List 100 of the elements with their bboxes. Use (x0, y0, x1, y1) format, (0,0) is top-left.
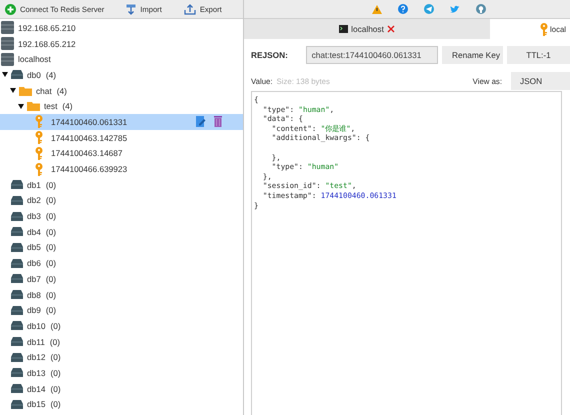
tree-item[interactable]: chat (4) (0, 82, 243, 98)
item-label: db8 (27, 290, 41, 300)
tree-item[interactable]: db12 (0) (0, 349, 243, 366)
key-action-button[interactable]: Rename Key (442, 46, 503, 64)
database-icon (11, 352, 23, 362)
database-icon (11, 212, 23, 221)
item-count: (0) (46, 242, 56, 252)
tree-item[interactable]: db0 (4) (0, 67, 243, 83)
view-as-select[interactable]: JSON (511, 72, 570, 90)
item-label: db7 (27, 274, 41, 284)
item-count: (0) (50, 384, 61, 394)
key-action-button[interactable]: TTL:-1 (507, 46, 570, 64)
tree-item[interactable]: db5 (0) (0, 240, 243, 256)
tree-item[interactable]: 1744100460.061331 (0, 114, 243, 130)
terminal-icon (339, 25, 348, 33)
item-label: db15 (27, 399, 46, 410)
database-icon (11, 258, 23, 268)
database-icon (11, 321, 23, 330)
database-icon (11, 242, 23, 252)
tree-item[interactable]: 1744100463.142785 (0, 130, 243, 146)
key-icon (540, 22, 548, 36)
key-icon (35, 146, 43, 160)
database-icon (11, 337, 23, 346)
item-label: 1744100463.142785 (51, 132, 128, 143)
bird-icon[interactable] (450, 4, 460, 14)
item-count: (0) (50, 368, 61, 378)
item-count: (0) (46, 274, 56, 284)
tree-item[interactable]: 192.168.65.212 (0, 36, 243, 52)
trash-icon[interactable] (214, 116, 222, 128)
key-icon (35, 131, 43, 144)
warning-icon[interactable] (372, 4, 382, 14)
item-label: db14 (27, 384, 46, 394)
key-icon (35, 162, 43, 176)
tree-item[interactable]: db9 (0) (0, 302, 243, 318)
server-icon (1, 37, 14, 50)
tree-item[interactable]: localhost (0, 51, 243, 68)
item-count: (0) (50, 399, 61, 410)
tab[interactable]: localhost (244, 19, 490, 39)
tree-item[interactable]: db11 (0) (0, 334, 243, 350)
item-label: db6 (27, 258, 41, 268)
tree-item[interactable]: db6 (0) (0, 255, 243, 271)
database-icon (11, 180, 23, 190)
item-count: (0) (50, 352, 61, 362)
tree-item[interactable]: db4 (0) (0, 224, 243, 240)
item-count: (4) (62, 101, 73, 112)
help-icon[interactable] (398, 4, 408, 14)
tree-item[interactable]: test (4) (0, 98, 243, 114)
paper-plane-icon[interactable] (424, 4, 434, 14)
tree-item[interactable]: db3 (0) (0, 208, 243, 224)
item-count: (0) (46, 258, 56, 268)
item-label: db12 (27, 352, 46, 362)
tree-item[interactable]: db1 (0) (0, 176, 243, 193)
item-label: 1744100460.061331 (51, 116, 128, 127)
item-count: (0) (46, 305, 56, 316)
tree-item[interactable]: 1744100463.14687 (0, 146, 243, 162)
tree-item[interactable]: 192.168.65.210 (0, 20, 243, 36)
item-label: db11 (27, 336, 45, 347)
database-icon (11, 227, 23, 236)
database-icon (11, 290, 23, 300)
item-count: (4) (56, 86, 67, 96)
item-label: localhost (18, 54, 51, 64)
tree-item[interactable]: 1744100466.639923 (0, 161, 243, 177)
close-icon[interactable] (386, 25, 395, 33)
folder-icon (27, 101, 40, 112)
item-count: (0) (46, 290, 56, 300)
item-label: db4 (27, 226, 41, 237)
server-icon (1, 21, 14, 34)
item-count: (0) (50, 336, 60, 347)
database-icon (11, 70, 23, 80)
item-count: (0) (46, 195, 56, 206)
tree-item[interactable]: db14 (0) (0, 380, 243, 396)
database-icon (11, 400, 23, 409)
item-label: db10 (27, 320, 46, 331)
key-type-label: REJSON: (251, 50, 289, 60)
edit-icon[interactable] (196, 116, 206, 128)
tree-item[interactable]: db10 (0) (0, 318, 243, 334)
tree-item[interactable]: db7 (0) (0, 271, 243, 287)
import-icon (126, 4, 136, 14)
database-icon (11, 368, 23, 378)
folder-icon (19, 86, 32, 96)
item-label: 192.168.65.210 (18, 22, 76, 33)
tree-item[interactable]: db8 (0) (0, 286, 243, 302)
item-label: db1 (27, 180, 41, 190)
item-count: (0) (46, 226, 56, 237)
item-label: 192.168.65.212 (18, 38, 76, 49)
tree-item[interactable]: db15 (0) (0, 396, 243, 412)
item-label: db2 (27, 195, 41, 206)
item-label: db13 (27, 368, 46, 378)
item-count: (0) (50, 320, 61, 331)
tree-item[interactable]: db2 (0) (0, 192, 243, 208)
item-label: chat (36, 86, 52, 96)
database-icon (11, 384, 23, 394)
item-label: db9 (27, 305, 41, 316)
tree-item[interactable]: db13 (0) (0, 365, 243, 381)
item-label: 1744100466.639923 (51, 164, 128, 174)
add-icon (5, 4, 16, 14)
item-count: (4) (46, 70, 56, 80)
key-name-field[interactable]: chat:test:1744100460.061331 (306, 46, 438, 64)
key-icon (35, 115, 43, 128)
database-icon (11, 274, 23, 284)
